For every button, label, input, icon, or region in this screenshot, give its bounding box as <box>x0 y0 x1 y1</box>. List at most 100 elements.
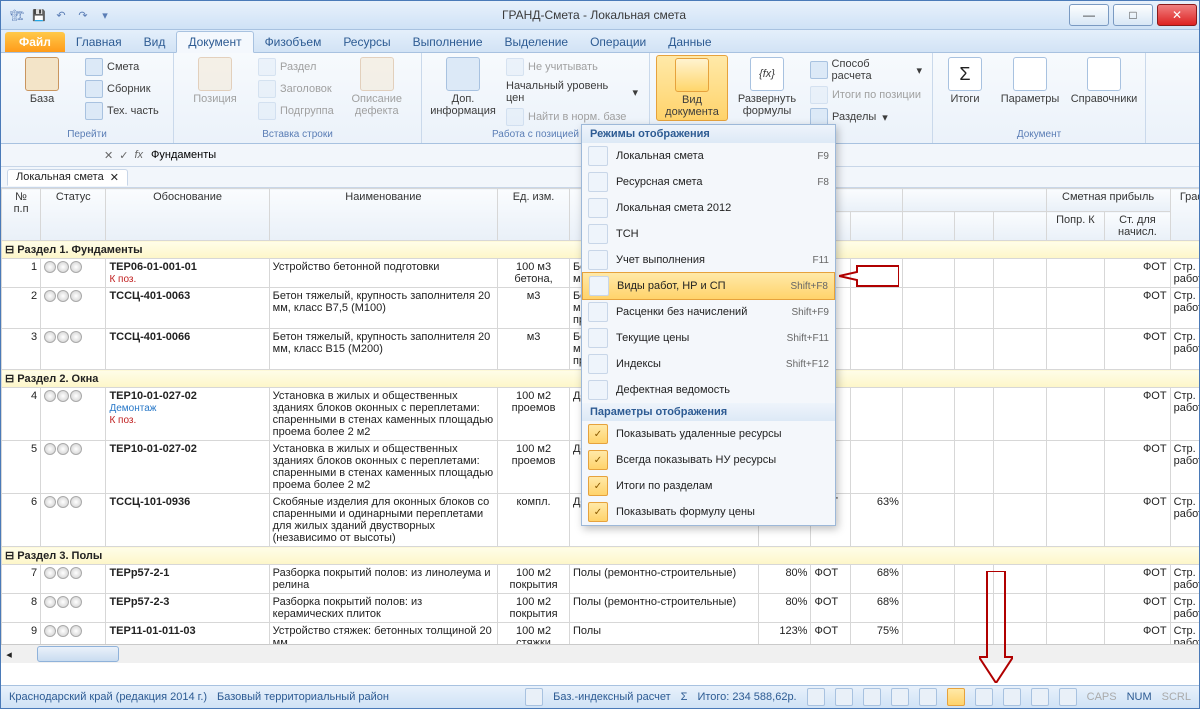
tab-document[interactable]: Документ <box>176 31 253 53</box>
accept-icon[interactable]: ✓ <box>119 149 128 162</box>
status-bar: Краснодарский край (редакция 2014 г.) Ба… <box>1 685 1199 708</box>
st-ic-10[interactable] <box>1059 688 1077 706</box>
dopinfo-button[interactable]: Доп. информация <box>428 55 498 119</box>
position-button[interactable]: Позиция <box>180 55 250 107</box>
params-button[interactable]: Параметры <box>995 55 1065 107</box>
qat-save-icon[interactable]: 💾 <box>31 7 47 23</box>
menu-item-check[interactable]: ✓Всегда показывать НУ ресурсы <box>582 447 835 473</box>
qat-dropdown-icon[interactable]: ▾ <box>97 7 113 23</box>
params-icon <box>1013 57 1047 91</box>
tab-ops[interactable]: Операции <box>579 32 657 52</box>
doc-view-button[interactable]: Вид документа <box>656 55 728 121</box>
defect-button[interactable]: Описание дефекта <box>342 55 412 119</box>
tab-resources[interactable]: Ресурсы <box>332 32 401 52</box>
tech-button[interactable]: Тех. часть <box>81 101 163 121</box>
menu-item[interactable]: ТСН <box>582 221 835 247</box>
status-scrl: SCRL <box>1162 691 1191 703</box>
menu-item[interactable]: Расценки без начисленийShift+F9 <box>582 299 835 325</box>
menu-item[interactable]: Ресурсная сметаF8 <box>582 169 835 195</box>
baza-button[interactable]: База <box>7 55 77 107</box>
sbornik-icon <box>85 80 103 98</box>
col-naim[interactable]: Наименование <box>269 189 497 241</box>
st-ic-8[interactable] <box>1003 688 1021 706</box>
scrollbar-thumb[interactable] <box>37 646 119 662</box>
tech-icon <box>85 102 103 120</box>
menu-item[interactable]: ИндексыShift+F12 <box>582 351 835 377</box>
doc-tab-local[interactable]: Локальная смета✕ <box>7 169 128 186</box>
col-status[interactable]: Статус <box>41 189 106 241</box>
podgruppa-button[interactable]: Подгруппа <box>254 101 338 121</box>
close-tab-icon[interactable]: ✕ <box>110 171 119 184</box>
h-scrollbar[interactable]: ◂ <box>1 644 1199 663</box>
col-sp[interactable]: Сметная прибыль <box>1046 189 1170 212</box>
tab-main[interactable]: Главная <box>65 32 133 52</box>
col-nach[interactable]: Ст. для начисл. <box>1105 212 1170 241</box>
table-row[interactable]: 7ТЕРр57-2-1Разборка покрытий полов: из л… <box>2 565 1200 594</box>
status-calc[interactable]: Баз.-индексный расчет <box>553 691 670 703</box>
qat-undo-icon[interactable]: ↶ <box>53 7 69 23</box>
col-grafa[interactable]: Графа ОС <box>1170 189 1199 241</box>
st-ic-1[interactable] <box>807 688 825 706</box>
smeta-button[interactable]: Смета <box>81 57 163 77</box>
totals-button[interactable]: ΣИтоги <box>939 55 991 107</box>
menu-header-modes: Режимы отображения <box>582 125 835 143</box>
st-ic-6[interactable] <box>947 688 965 706</box>
st-ic-4[interactable] <box>891 688 909 706</box>
col-num[interactable]: № п.п <box>2 189 41 241</box>
menu-item[interactable]: Локальная смета 2012 <box>582 195 835 221</box>
group-goto-label: Перейти <box>7 128 167 141</box>
table-row[interactable]: 8ТЕРр57-2-3Разборка покрытий полов: из к… <box>2 594 1200 623</box>
status-region[interactable]: Краснодарский край (редакция 2014 г.) <box>9 691 207 703</box>
status-total[interactable]: Итого: 234 588,62р. <box>697 691 796 703</box>
level-button[interactable]: Начальный уровень цен▾ <box>502 79 642 105</box>
calc-method-button[interactable]: Способ расчета▾ <box>806 57 926 83</box>
tab-exec[interactable]: Выполнение <box>402 32 494 52</box>
neuch-button[interactable]: Не учитывать <box>502 57 642 77</box>
menu-item[interactable]: Учет выполненияF11 <box>582 247 835 273</box>
tab-view[interactable]: Вид <box>133 32 177 52</box>
annotation-arrow-right <box>839 264 899 288</box>
col-popr[interactable]: Попр. К <box>1046 212 1105 241</box>
menu-item[interactable]: Дефектная ведомость <box>582 377 835 403</box>
col-obos[interactable]: Обоснование <box>106 189 269 241</box>
status-district[interactable]: Базовый территориальный район <box>217 691 389 703</box>
tab-data[interactable]: Данные <box>657 32 722 52</box>
minimize-button[interactable]: — <box>1069 4 1109 26</box>
st-ic-7[interactable] <box>975 688 993 706</box>
maximize-button[interactable]: □ <box>1113 4 1153 26</box>
col-ed[interactable]: Ед. изм. <box>498 189 570 241</box>
sbornik-button[interactable]: Сборник <box>81 79 163 99</box>
st-ic-5[interactable] <box>919 688 937 706</box>
razdel-button[interactable]: Раздел <box>254 57 338 77</box>
tab-fiz[interactable]: Физобъем <box>254 32 333 52</box>
fx-icon: {fx} <box>750 57 784 91</box>
podgruppa-icon <box>258 102 276 120</box>
cancel-icon[interactable]: ✕ <box>104 149 113 162</box>
st-ic-3[interactable] <box>863 688 881 706</box>
close-button[interactable]: ✕ <box>1157 4 1197 26</box>
sprav-button[interactable]: Справочники <box>1069 55 1139 107</box>
expand-formulas-button[interactable]: {fx}Развернуть формулы <box>732 55 802 119</box>
tab-file[interactable]: Файл <box>5 32 65 52</box>
menu-item-check[interactable]: ✓Показывать удаленные ресурсы <box>582 421 835 447</box>
qat-redo-icon[interactable]: ↷ <box>75 7 91 23</box>
book-icon <box>1087 57 1121 91</box>
st-ic-2[interactable] <box>835 688 853 706</box>
baza-icon <box>25 57 59 91</box>
tab-select[interactable]: Выделение <box>494 32 580 52</box>
col-baz[interactable] <box>902 189 1046 212</box>
status-calc-icon[interactable] <box>525 688 543 706</box>
section-row[interactable]: ⊟ Раздел 3. Полы <box>2 547 1200 565</box>
zagolovok-button[interactable]: Заголовок <box>254 79 338 99</box>
fx-label[interactable]: fx <box>134 149 143 161</box>
st-ic-9[interactable] <box>1031 688 1049 706</box>
menu-item[interactable]: Локальная сметаF9 <box>582 143 835 169</box>
pos-totals-button[interactable]: Итоги по позиции <box>806 85 926 105</box>
find-icon <box>506 108 524 126</box>
status-sigma: Σ <box>681 691 688 703</box>
menu-item-check[interactable]: ✓Показывать формулу цены <box>582 499 835 525</box>
menu-item[interactable]: Виды работ, НР и СПShift+F8 <box>582 272 835 300</box>
view-mode-menu: Режимы отображения Локальная сметаF9Ресу… <box>581 124 836 526</box>
menu-item[interactable]: Текущие ценыShift+F11 <box>582 325 835 351</box>
menu-item-check[interactable]: ✓Итоги по разделам <box>582 473 835 499</box>
